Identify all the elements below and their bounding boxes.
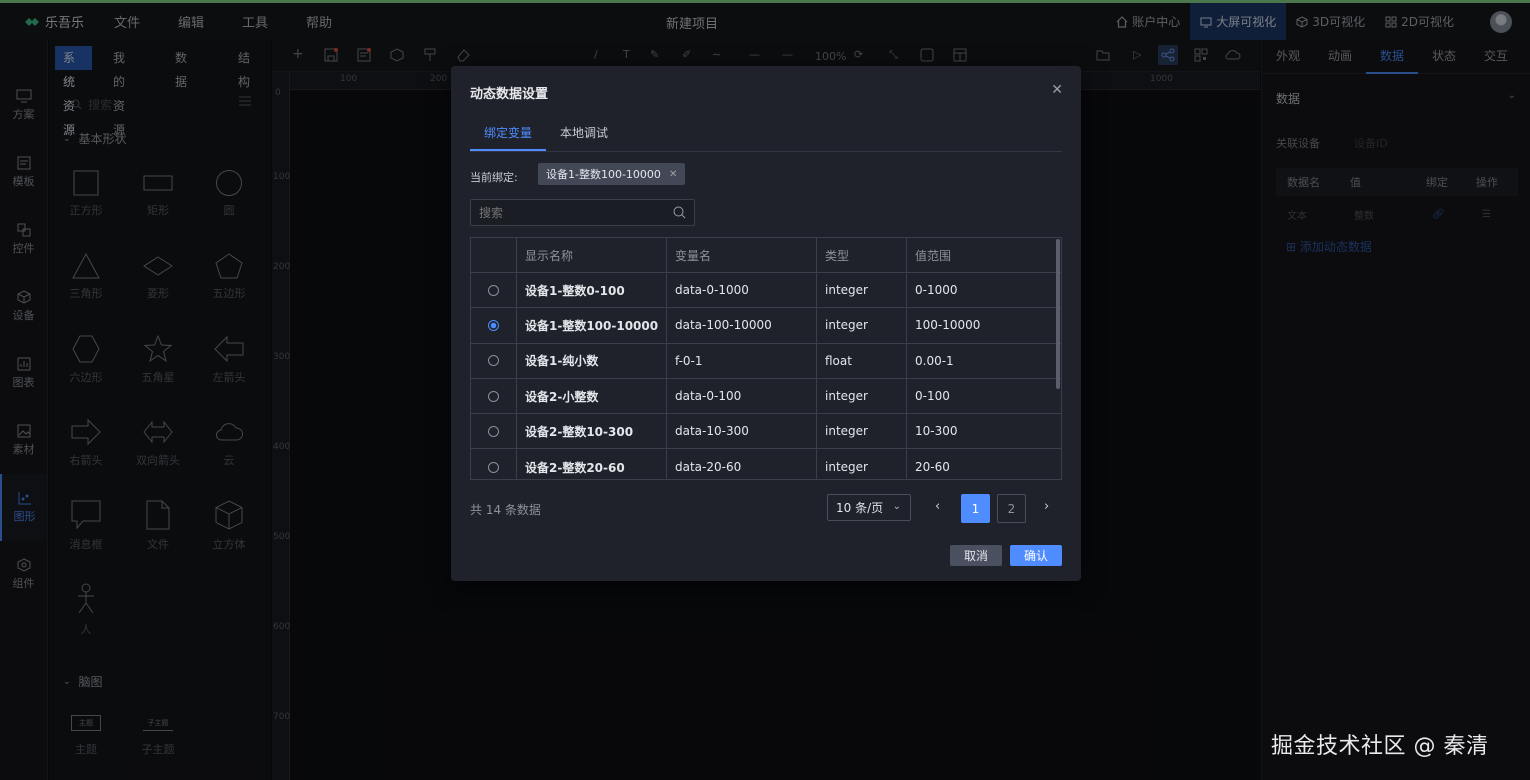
confirm-button[interactable]: 确认 [1010,545,1062,566]
cell-type: float [817,343,907,378]
page-size-select[interactable]: 10 条/页 ⌄ [827,494,911,521]
table-row[interactable]: 设备1-整数0-100 data-0-1000 integer 0-1000 [471,273,1061,309]
search-icon[interactable] [673,206,686,219]
close-icon[interactable]: ✕ [1051,82,1063,98]
cell-range: 100-10000 [915,318,981,333]
page-1-button[interactable]: 1 [961,494,990,523]
watermark: 掘金技术社区 @ 秦清 [1271,734,1489,759]
cell-display-name: 设备2-小整数 [517,378,667,414]
total-count: 共 14 条数据 [470,503,541,517]
next-page-icon[interactable]: › [1044,499,1049,514]
current-binding-label: 当前绑定: [470,171,518,184]
chevron-down-icon: ⌄ [892,501,901,512]
cell-variable-name: data-0-100 [667,378,817,414]
header-range: 值范围 [915,248,952,263]
row-radio-cell[interactable] [471,308,517,343]
table-row[interactable]: 设备1-纯小数 f-0-1 float 0.00-1 [471,343,1061,379]
table-row[interactable]: 设备2-小整数 data-0-100 integer 0-100 [471,378,1061,415]
page-size-value: 10 条/页 [836,501,884,515]
table-row[interactable]: 设备2-整数10-300 data-10-300 integer 10-300 [471,414,1061,450]
cell-display-name: 设备1-纯小数 [517,343,667,378]
radio-button[interactable] [488,425,499,437]
close-icon[interactable]: ✕ [669,169,677,180]
cell-display-name: 设备1-整数100-10000 [517,308,667,343]
table-scrollbar[interactable] [1056,239,1060,389]
header-select [471,238,517,272]
page-2-button[interactable]: 2 [997,494,1026,523]
cell-variable-name: data-10-300 [667,414,817,449]
row-radio-cell[interactable] [471,449,517,479]
table-row[interactable]: 设备2-整数20-60 data-20-60 integer 20-60 [471,449,1061,479]
prev-page-icon[interactable]: ‹ [935,499,940,514]
cell-display-name: 设备2-整数20-60 [517,449,667,479]
table-row[interactable]: 设备1-整数100-10000 data-100-10000 integer 1… [471,308,1061,344]
current-binding-text: 设备1-整数100-10000 [546,168,661,181]
cell-type: integer [817,449,907,479]
dialog-tabs: 绑定变量 本地调试 [470,116,1062,152]
cell-type: integer [817,378,907,414]
cell-type: integer [817,308,907,343]
dialog-title: 动态数据设置 [470,87,549,102]
cell-type: integer [817,273,907,308]
cell-range: 20-60 [915,460,950,475]
tab-local-debug[interactable]: 本地调试 [546,116,622,151]
table-header: 显示名称 变量名 类型 值范围 [471,238,1061,273]
row-radio-cell[interactable] [471,414,517,449]
radio-button[interactable] [488,284,499,296]
current-binding-tag: 设备1-整数100-10000 ✕ [538,163,686,185]
header-type: 类型 [817,238,907,272]
radio-button[interactable] [488,390,499,402]
cell-variable-name: data-0-1000 [667,273,817,308]
header-variable-name: 变量名 [667,238,817,272]
radio-button-selected[interactable] [488,319,499,331]
variable-search [470,199,695,226]
cell-range: 0-1000 [915,283,958,298]
cell-display-name: 设备1-整数0-100 [517,273,667,308]
cancel-button[interactable]: 取消 [950,545,1002,566]
header-display-name: 显示名称 [517,238,667,272]
row-radio-cell[interactable] [471,343,517,378]
cell-variable-name: data-100-10000 [667,308,817,343]
cell-variable-name: data-20-60 [667,449,817,479]
cell-range: 10-300 [915,424,958,439]
cell-display-name: 设备2-整数10-300 [517,414,667,449]
variable-table: 显示名称 变量名 类型 值范围 设备1-整数0-100 data-0-1000 … [470,237,1062,480]
cell-range: 0.00-1 [915,353,954,368]
cell-range: 0-100 [915,389,950,404]
cell-variable-name: f-0-1 [667,343,817,378]
row-radio-cell[interactable] [471,378,517,414]
cell-type: integer [817,414,907,449]
tab-bind-variable[interactable]: 绑定变量 [470,116,547,151]
variable-search-input[interactable] [471,200,661,225]
dynamic-data-dialog: 动态数据设置 ✕ 绑定变量 本地调试 当前绑定: 设备1-整数100-10000… [451,66,1081,581]
radio-button[interactable] [488,355,499,367]
radio-button[interactable] [488,461,499,473]
row-radio-cell[interactable] [471,273,517,308]
